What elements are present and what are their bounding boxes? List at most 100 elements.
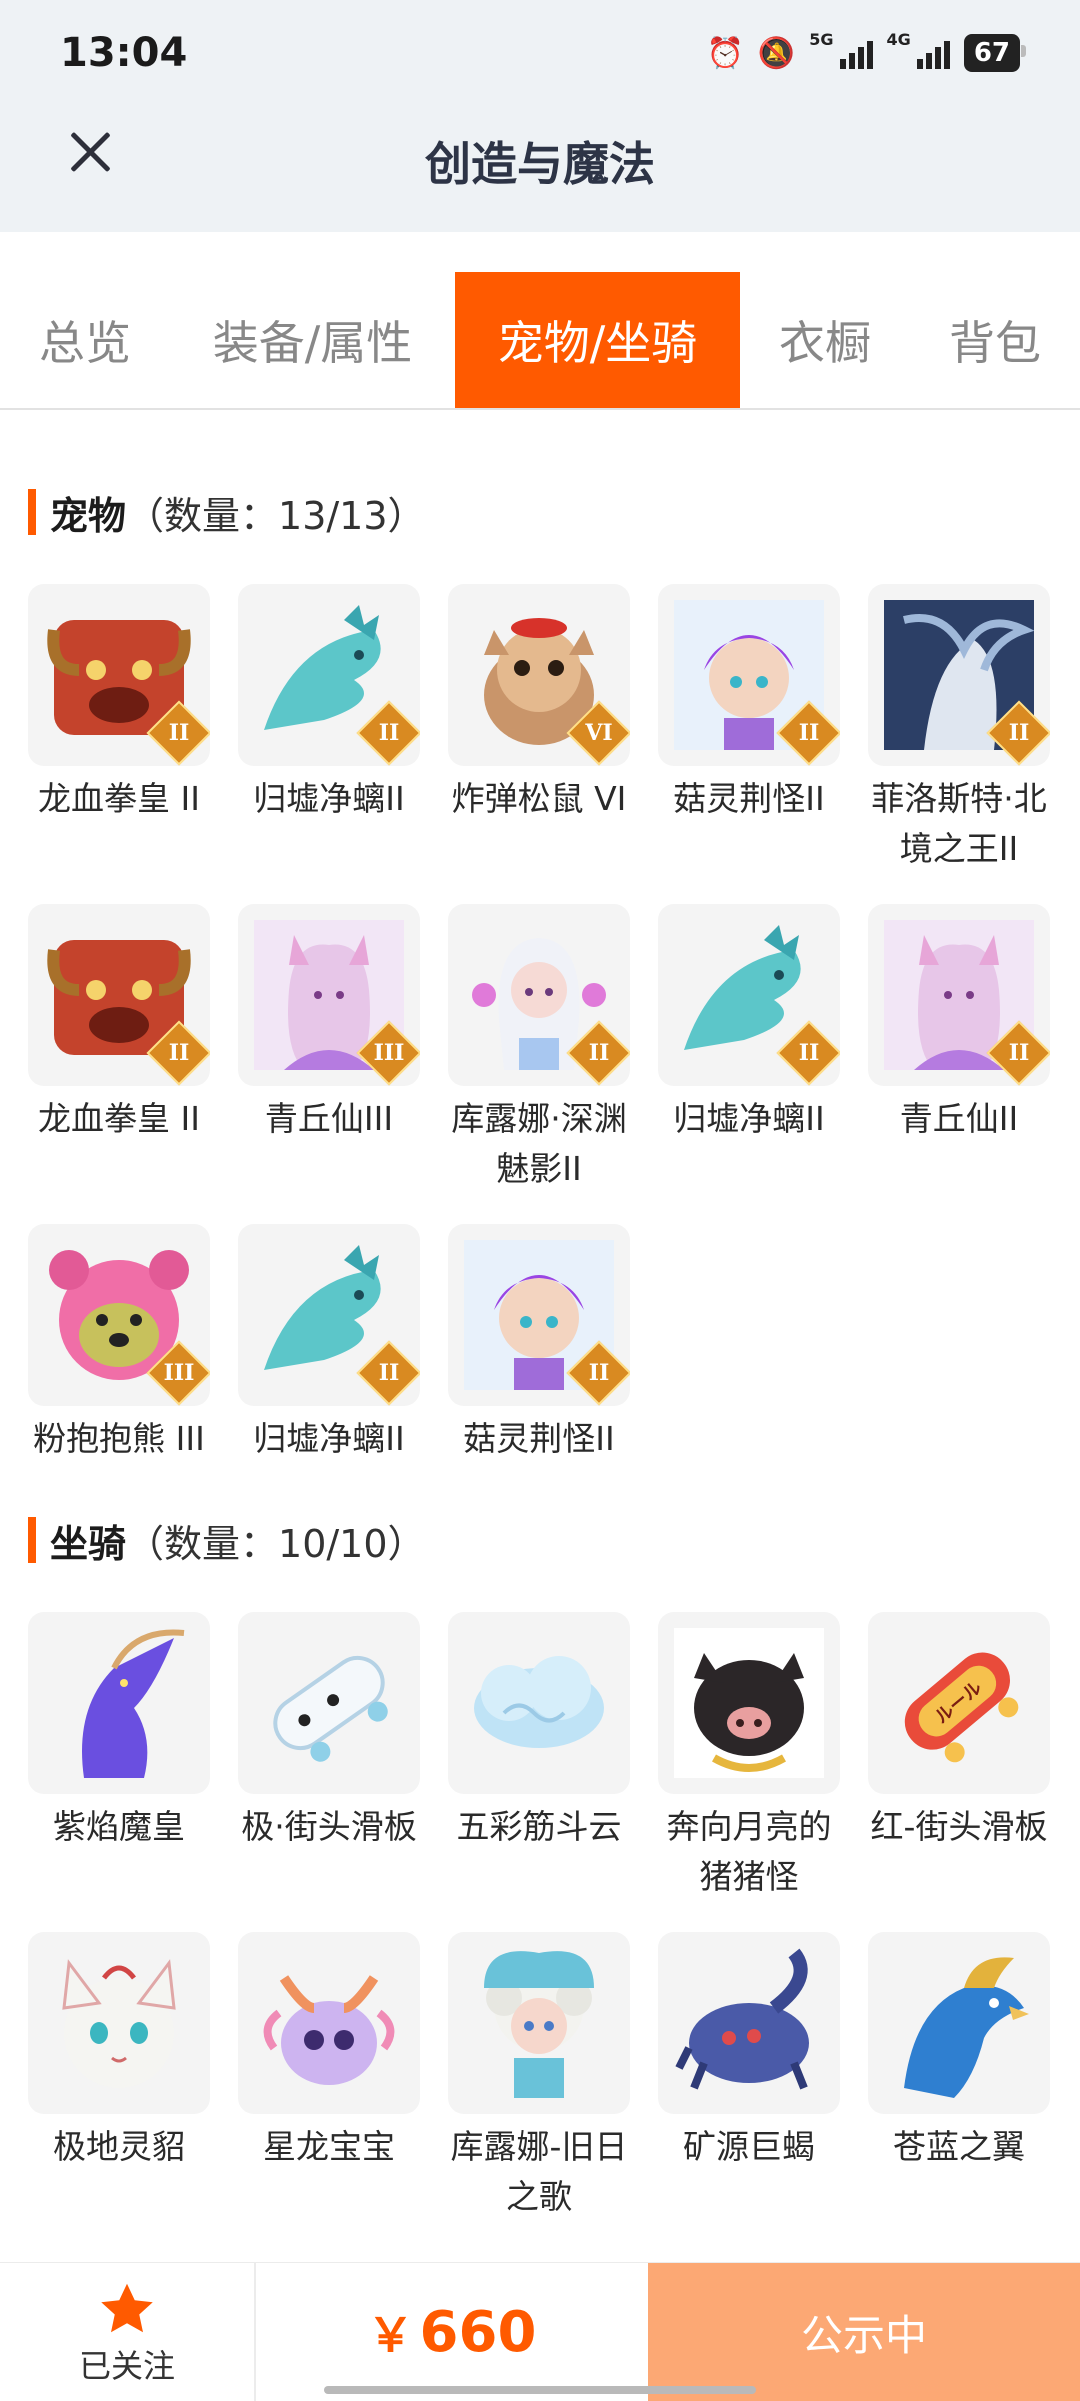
item-name: 龙血拳皇 II: [38, 1099, 200, 1138]
rank-label: III: [373, 1040, 405, 1066]
mounts-title: 坐骑: [50, 1521, 127, 1566]
mount-card[interactable]: 极·街头滑板: [238, 1612, 420, 1902]
item-thumbnail: [28, 1612, 210, 1794]
item-thumbnail: [868, 1932, 1050, 2114]
status-icons: ⏰ 🔕 5G 4G 67: [707, 30, 1027, 72]
item-thumbnail: II: [238, 1224, 420, 1406]
section-accent-bar: [28, 489, 36, 535]
pet-card[interactable]: III 青丘仙III: [238, 904, 420, 1194]
item-name: 红-街头滑板: [870, 1807, 1048, 1846]
mounts-grid: 紫焰魔皇 极·街头滑板 五彩筋斗云 奔向月亮的猪猪怪 ルール红-街头滑板极地灵貂 星龙宝宝…: [28, 1612, 1052, 2222]
signal-icon: [839, 37, 873, 69]
item-name: 极·街头滑板: [241, 1807, 417, 1846]
rank-label: II: [798, 1040, 820, 1066]
item-name: 紫焰魔皇: [53, 1807, 185, 1846]
rank-label: II: [168, 720, 190, 746]
item-thumbnail: II: [448, 904, 630, 1086]
mount-card[interactable]: 奔向月亮的猪猪怪: [658, 1612, 840, 1902]
pet-card[interactable]: II 菲洛斯特·北境之王II: [868, 584, 1050, 874]
item-name: 矿源巨蝎: [683, 2127, 815, 2166]
tab-pets-mounts[interactable]: 宠物/坐骑: [455, 272, 740, 408]
item-thumbnail: II: [658, 584, 840, 766]
red-skateboard-icon: ルール: [904, 1652, 1019, 1763]
item-thumbnail: II: [238, 584, 420, 766]
tab-backpack[interactable]: 背包: [910, 272, 1080, 408]
black-pig-icon: [674, 1628, 824, 1778]
pet-card[interactable]: III 粉抱抱熊 III: [28, 1224, 210, 1464]
status-button[interactable]: 公示中: [648, 2263, 1080, 2401]
pet-card[interactable]: II 菇灵荆怪II: [658, 584, 840, 874]
item-name: 菲洛斯特·北境之王II: [871, 779, 1047, 868]
mounts-section-header: 坐骑 （数量：10/10）: [28, 1516, 426, 1566]
pet-card[interactable]: II 库露娜·深渊魅影II: [448, 904, 630, 1194]
item-name: 极地灵貂: [53, 2127, 185, 2166]
item-name: 炸弹松鼠 VI: [451, 779, 627, 818]
white-skateboard-icon: [273, 1655, 388, 1762]
section-accent-bar: [28, 1517, 36, 1563]
item-thumbnail: [658, 1612, 840, 1794]
item-name: 奔向月亮的猪猪怪: [666, 1807, 832, 1896]
item-thumbnail: II: [658, 904, 840, 1086]
item-thumbnail: [238, 1612, 420, 1794]
mount-card[interactable]: 星龙宝宝: [238, 1932, 420, 2222]
pet-card[interactable]: II 菇灵荆怪II: [448, 1224, 630, 1464]
item-name: 菇灵荆怪II: [673, 779, 825, 818]
status-time: 13:04: [60, 30, 188, 76]
item-name: 龙血拳皇 II: [38, 779, 200, 818]
purple-bird-icon: [82, 1629, 185, 1778]
mount-card[interactable]: 紫焰魔皇: [28, 1612, 210, 1902]
pet-card[interactable]: II 归墟净螭II: [238, 1224, 420, 1464]
item-name: 库露娜-旧日之歌: [450, 2127, 628, 2216]
item-name: 归墟净螭II: [253, 1419, 405, 1458]
price-value: 660: [419, 2299, 537, 2365]
item-name: 星龙宝宝: [263, 2127, 395, 2166]
mount-card[interactable]: 库露娜-旧日之歌: [448, 1932, 630, 2222]
pet-card[interactable]: II 青丘仙II: [868, 904, 1050, 1194]
pet-card[interactable]: II 龙血拳皇 II: [28, 584, 210, 874]
item-name: 归墟净螭II: [673, 1099, 825, 1138]
tab-equipment[interactable]: 装备/属性: [170, 272, 455, 408]
currency-symbol: ￥: [367, 2308, 414, 2362]
star-icon: [0, 2281, 254, 2343]
pets-grid: II 龙血拳皇 II II 归墟净螭II VI 炸弹松鼠 VI II 菇灵荆怪II II 菲洛斯特…: [28, 584, 1052, 1464]
signal-icon-2: [916, 37, 950, 69]
item-name: 青丘仙II: [899, 1099, 1019, 1138]
item-thumbnail: II: [448, 1224, 630, 1406]
follow-button[interactable]: 已关注: [0, 2263, 256, 2401]
item-name: 五彩筋斗云: [456, 1807, 622, 1846]
rank-label: II: [168, 1040, 190, 1066]
mount-card[interactable]: ルール红-街头滑板: [868, 1612, 1050, 1902]
rank-label: II: [798, 720, 820, 746]
mount-card[interactable]: 苍蓝之翼: [868, 1932, 1050, 2222]
rank-label: VI: [585, 720, 613, 746]
item-thumbnail: [238, 1932, 420, 2114]
pet-card[interactable]: II 龙血拳皇 II: [28, 904, 210, 1194]
pet-card[interactable]: VI 炸弹松鼠 VI: [448, 584, 630, 874]
net-5g-label: 5G: [809, 29, 834, 49]
home-indicator[interactable]: [324, 2386, 756, 2394]
cloud-icon: [474, 1656, 604, 1748]
tab-overview[interactable]: 总览: [0, 272, 170, 408]
tab-bar: 总览 装备/属性 宠物/坐骑 衣橱 背包: [0, 272, 1080, 410]
rank-label: II: [378, 720, 400, 746]
tab-wardrobe[interactable]: 衣橱: [740, 272, 910, 408]
blue-eagle-icon: [904, 1957, 1029, 2098]
mount-card[interactable]: 五彩筋斗云: [448, 1612, 630, 1902]
mount-card[interactable]: 矿源巨蝎: [658, 1932, 840, 2222]
mount-card[interactable]: 极地灵貂: [28, 1932, 210, 2222]
pets-count: （数量：13/13）: [126, 493, 426, 538]
pet-card[interactable]: II 归墟净螭II: [658, 904, 840, 1194]
item-thumbnail: II: [868, 904, 1050, 1086]
page-title: 创造与魔法: [425, 137, 655, 191]
price: ￥ 660: [256, 2263, 648, 2401]
pets-section-header: 宠物 （数量：13/13）: [28, 488, 426, 538]
item-name: 归墟净螭II: [253, 779, 405, 818]
item-name: 苍蓝之翼: [893, 2127, 1025, 2166]
mute-bell-icon: 🔕: [757, 35, 796, 71]
item-thumbnail: [28, 1932, 210, 2114]
item-name: 粉抱抱熊 III: [33, 1419, 205, 1458]
pet-card[interactable]: II 归墟净螭II: [238, 584, 420, 874]
rank-label: III: [163, 1360, 195, 1386]
item-thumbnail: III: [28, 1224, 210, 1406]
item-thumbnail: ルール: [868, 1612, 1050, 1794]
